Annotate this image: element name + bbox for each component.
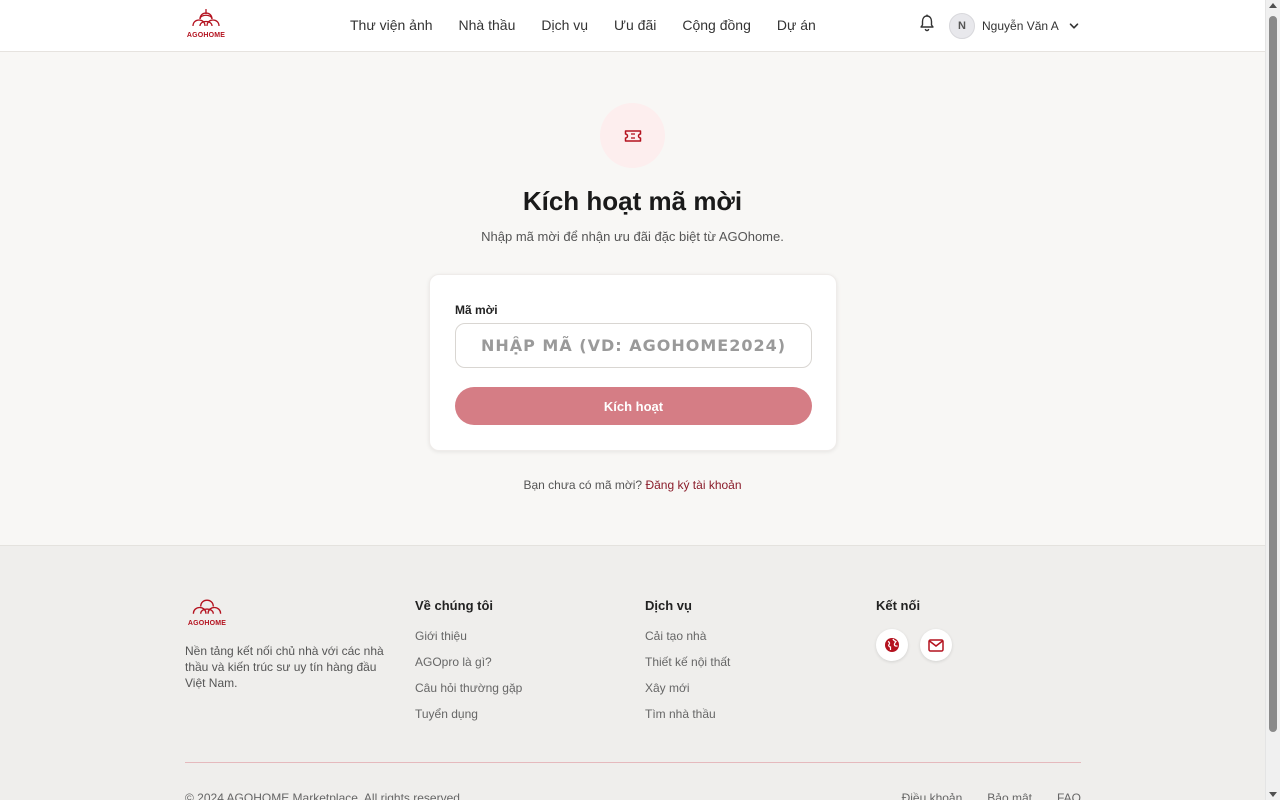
nav-item-services[interactable]: Dịch vụ [541,17,588,33]
footer-brand-logo[interactable]: AGOHOME [185,596,229,627]
avatar: N [949,13,975,39]
footer-connect-heading: Kết nối [876,598,921,613]
user-menu[interactable]: N Nguyễn Văn A [949,13,1079,39]
footer-link-about[interactable]: Giới thiệu [415,629,522,645]
nav-item-projects[interactable]: Dự án [777,17,816,33]
site-footer: AGOHOME Nền tảng kết nối chủ nhà với các… [0,545,1265,800]
nav-item-offers[interactable]: Ưu đãi [614,17,656,33]
page-title: Kích hoạt mã mời [522,186,743,216]
globe-icon [885,638,899,652]
page-subtitle: Nhập mã mời để nhận ưu đãi đặc biệt từ A… [481,229,784,244]
footer-link-renovation[interactable]: Cải tạo nhà [645,629,730,645]
brand-logo[interactable]: AGOHOME [185,9,227,43]
ticket-icon [624,129,641,142]
footer-about-heading: Về chúng tôi [415,598,493,613]
website-button[interactable] [876,629,908,661]
footer-description: Nền tảng kết nối chủ nhà với các nhà thầ… [185,644,384,690]
footer-legal-links: Điều khoản Bảo mật FAQ [902,791,1081,800]
notification-bell-icon[interactable] [919,14,935,32]
footer-link-find-contractor[interactable]: Tìm nhà thầu [645,707,730,723]
scroll-down-arrow-icon[interactable] [1269,792,1277,797]
footer-link-faq-page[interactable]: Câu hỏi thường gặp [415,681,522,697]
footer-link-agopro[interactable]: AGOpro là gì? [415,655,522,671]
footer-link-interior-design[interactable]: Thiết kế nội thất [645,655,730,671]
nav-item-community[interactable]: Cộng đồng [682,17,751,33]
footer-services-heading: Dịch vụ [645,598,692,613]
chevron-down-icon [1069,23,1079,29]
footer-logo-mark-icon [192,599,222,614]
invite-code-input[interactable] [455,323,812,368]
page-scrollbar[interactable] [1265,0,1280,800]
footer-divider [185,762,1081,763]
footer-connect-column: Kết nối [876,598,952,661]
copyright-text: © 2024 AGOHOME Marketplace. All rights r… [185,791,464,800]
footer-about-column: Về chúng tôi Giới thiệu AGOpro là gì? Câ… [415,598,522,733]
email-button[interactable] [920,629,952,661]
footer-logo-wordmark: AGOHOME [187,620,227,627]
user-name: Nguyễn Văn A [982,19,1059,33]
signup-prompt-line: Bạn chưa có mã mời? Đăng ký tài khoản [0,478,1265,492]
footer-link-terms[interactable]: Điều khoản [902,791,963,800]
footer-link-faq[interactable]: FAQ [1057,791,1081,800]
invite-code-form: Mã mời Kích hoạt [429,274,837,451]
invite-code-label: Mã mời [455,303,498,317]
mail-icon [928,638,944,652]
main-nav: Thư viện ảnh Nhà thầu Dịch vụ Ưu đãi Cộn… [350,17,842,33]
activate-button[interactable]: Kích hoạt [455,387,812,425]
register-account-link[interactable]: Đăng ký tài khoản [645,478,741,492]
top-header: AGOHOME Thư viện ảnh Nhà thầu Dịch vụ Ưu… [0,0,1265,52]
nav-item-contractors[interactable]: Nhà thầu [459,17,516,33]
ticket-icon-badge [600,103,665,168]
logo-wordmark: AGOHOME [186,32,226,39]
footer-link-privacy[interactable]: Bảo mật [987,791,1032,800]
footer-link-careers[interactable]: Tuyển dụng [415,707,522,723]
footer-link-new-build[interactable]: Xây mới [645,681,730,697]
main-content: Kích hoạt mã mời Nhập mã mời để nhận ưu … [0,52,1265,545]
footer-services-column: Dịch vụ Cải tạo nhà Thiết kế nội thất Xâ… [645,598,730,733]
signup-prompt-text: Bạn chưa có mã mời? [523,478,643,492]
scroll-up-arrow-icon[interactable] [1269,3,1277,8]
scroll-thumb[interactable] [1269,16,1277,732]
logo-mark-icon [192,9,220,27]
nav-item-photo-library[interactable]: Thư viện ảnh [350,17,433,33]
social-links [876,629,952,661]
